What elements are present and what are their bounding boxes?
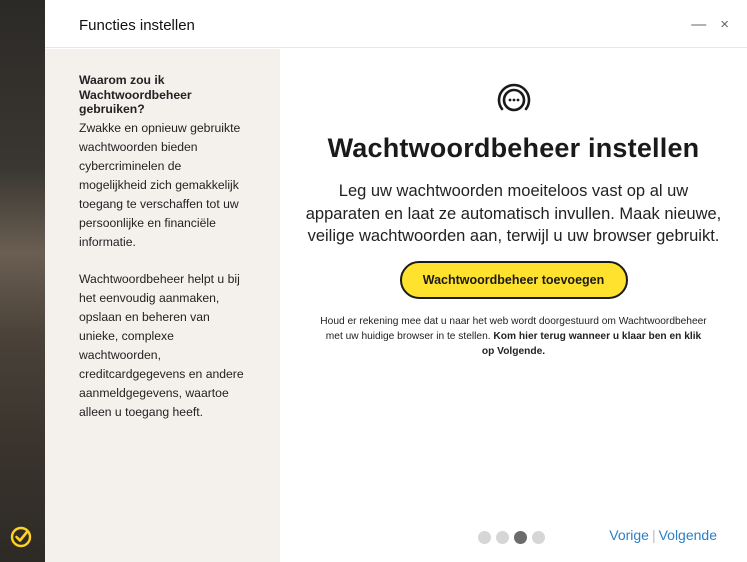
step-dot-1 xyxy=(478,531,491,544)
sidebar-heading: Waarom zou ik Wachtwoordbeheer gebruiken… xyxy=(79,73,192,116)
norton-logo-icon xyxy=(10,526,32,548)
redirect-note: Houd er rekening mee dat u naar het web … xyxy=(320,314,707,359)
main-panel: Wachtwoordbeheer instellen Leg uw wachtw… xyxy=(280,49,747,562)
step-dot-4 xyxy=(532,531,545,544)
sidebar-paragraph-1: Zwakke en opnieuw gebruikte wachtwoorden… xyxy=(79,120,241,249)
next-link[interactable]: Volgende xyxy=(659,527,717,543)
nav-separator: | xyxy=(651,527,656,543)
close-icon[interactable]: × xyxy=(720,17,729,32)
add-password-manager-button[interactable]: Wachtwoordbeheer toevoegen xyxy=(399,261,628,299)
step-dot-3-active xyxy=(514,531,527,544)
window-controls: — × xyxy=(691,17,729,32)
redirect-note-emphasis: Kom hier terug wanneer u klaar ben en kl… xyxy=(481,331,702,357)
step-dot-2 xyxy=(496,531,509,544)
password-manager-icon xyxy=(497,83,530,112)
title-bar: Functies instellen — × xyxy=(45,0,747,48)
brand-strip xyxy=(0,0,45,562)
back-link[interactable]: Vorige xyxy=(609,527,649,543)
info-sidebar: Waarom zou ik Wachtwoordbeheer gebruiken… xyxy=(45,49,280,562)
minimize-icon[interactable]: — xyxy=(691,17,706,32)
page-description: Leg uw wachtwoorden moeiteloos vast op a… xyxy=(305,182,722,245)
page-heading: Wachtwoordbeheer instellen xyxy=(327,133,700,163)
step-indicator xyxy=(478,531,545,544)
window-title: Functies instellen xyxy=(79,17,195,34)
wizard-navigation: Vorige | Volgende xyxy=(609,527,717,543)
sidebar-paragraph-2: Wachtwoordbeheer helpt u bij het eenvoud… xyxy=(79,271,244,419)
